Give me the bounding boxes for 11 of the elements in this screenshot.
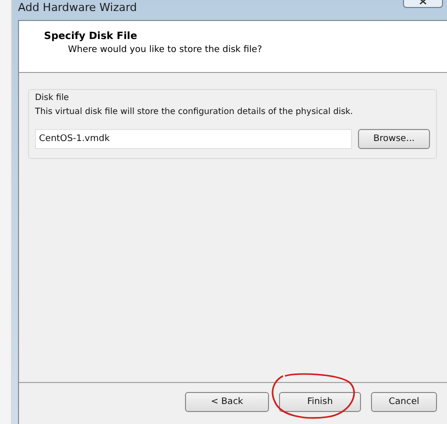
wizard-button[interactable]: < Back [185,392,269,412]
wizard-button[interactable]: Finish [279,392,361,412]
group-label: Disk file [35,93,70,103]
window-title: Add Hardware Wizard [18,1,137,14]
wizard-button[interactable]: Cancel [371,392,437,412]
close-icon[interactable] [403,0,443,8]
file-name-field[interactable]: CentOS-1.vmdk [35,129,352,149]
page-title: Specify Disk File [44,31,138,42]
browse-button[interactable]: Browse... [358,129,430,149]
description-text: This virtual disk file will store the configuration details of the physical disk. [35,107,354,117]
page-subtitle: Where would you like to store the disk file? [67,45,263,55]
